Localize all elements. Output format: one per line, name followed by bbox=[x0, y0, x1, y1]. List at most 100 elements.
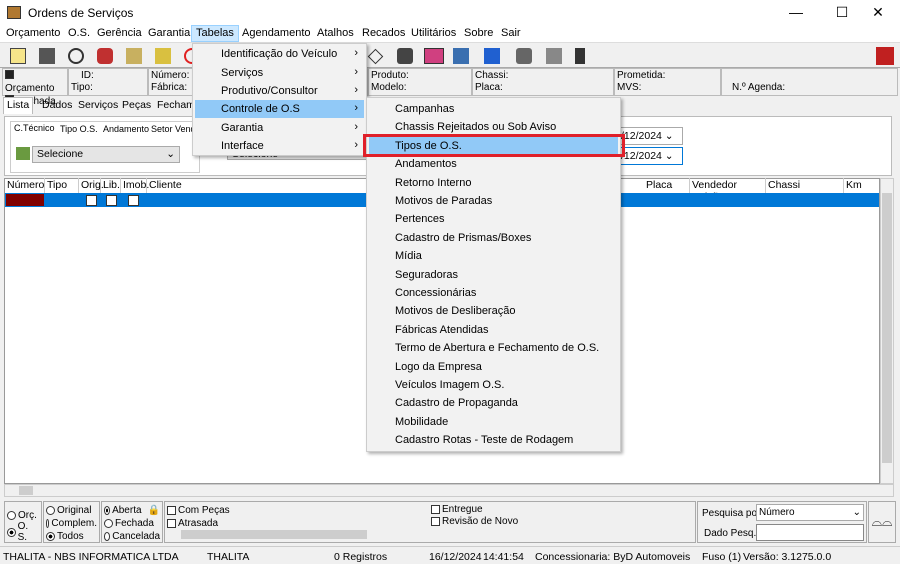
col-numero[interactable]: Número bbox=[5, 178, 45, 193]
tecnico-select[interactable]: Selecione ⌄ bbox=[32, 146, 180, 163]
submenu-item[interactable]: Mobilidade bbox=[369, 413, 618, 431]
menu-item-identificacao-veiculo[interactable]: Identificação do Veículo › bbox=[195, 45, 364, 63]
calculator-icon[interactable] bbox=[39, 48, 55, 64]
radio-complem[interactable]: Complem. bbox=[46, 517, 97, 529]
check-com-pecas[interactable]: Com Peças bbox=[167, 504, 693, 516]
submenu-item[interactable]: Logo da Empresa bbox=[369, 358, 618, 376]
submenu-item[interactable]: Concessionárias bbox=[369, 284, 618, 302]
radio-cancelada[interactable]: Cancelada bbox=[104, 530, 160, 542]
radio-orc[interactable]: Orç. bbox=[7, 509, 39, 521]
submenu-item[interactable]: Motivos de Desliberação bbox=[369, 302, 618, 320]
submenu-item[interactable]: Seguradoras bbox=[369, 266, 618, 284]
menu-item-controle-os[interactable]: Controle de O.S › bbox=[195, 100, 364, 118]
imob-checkbox[interactable] bbox=[128, 195, 139, 206]
radio-original[interactable]: Original bbox=[46, 504, 97, 516]
col-km[interactable]: Km bbox=[844, 178, 880, 193]
check-revisao[interactable]: Revisão de Novo bbox=[431, 515, 518, 527]
menu-orcamento[interactable]: Orçamento bbox=[6, 27, 60, 39]
menu-os[interactable]: O.S. bbox=[68, 27, 90, 39]
submenu-item[interactable]: Cadastro de Prismas/Boxes bbox=[369, 229, 618, 247]
pesquisa-por-select[interactable]: Número ⌄ bbox=[756, 504, 864, 521]
scroll-thumb[interactable] bbox=[882, 193, 892, 463]
menu-agendamento[interactable]: Agendamento bbox=[242, 27, 311, 39]
menu-item-garantia[interactable]: Garantia › bbox=[195, 119, 364, 137]
menu-item-produtivo-consultor[interactable]: Produtivo/Consultor › bbox=[195, 82, 364, 100]
col-tipo[interactable]: Tipo bbox=[45, 178, 79, 193]
radio-aberta[interactable]: Aberta 🔒 bbox=[104, 504, 160, 516]
col-vendedor-balcao[interactable]: Vendedor Balcão bbox=[690, 178, 766, 203]
dado-pesq-input[interactable] bbox=[756, 524, 864, 541]
menu-sair[interactable]: Sair bbox=[501, 27, 521, 39]
tab-pecas[interactable]: Peças bbox=[122, 99, 151, 111]
disk-icon[interactable] bbox=[516, 48, 532, 64]
printer-icon[interactable] bbox=[397, 48, 413, 64]
screen-export-icon[interactable] bbox=[453, 48, 469, 64]
check-entregue[interactable]: Entregue bbox=[431, 503, 483, 515]
submenu-item[interactable]: Veículos Imagem O.S. bbox=[369, 376, 618, 394]
orig-checkbox[interactable] bbox=[86, 195, 97, 206]
transfer-icon[interactable] bbox=[546, 48, 562, 64]
subtab-andamento[interactable]: Andamento bbox=[103, 124, 149, 134]
submenu-item[interactable]: Campanhas bbox=[369, 100, 618, 118]
col-imob[interactable]: Imob. bbox=[121, 178, 149, 193]
status-orcamento: Orçamento bbox=[5, 83, 55, 94]
close-button[interactable]: ✕ bbox=[855, 0, 900, 25]
tab-lista[interactable]: Lista bbox=[7, 99, 29, 111]
date-from-picker[interactable]: /12/2024 ⌄ bbox=[617, 127, 683, 145]
col-lib[interactable]: Lib. bbox=[101, 178, 121, 193]
menu-tabelas[interactable]: Tabelas bbox=[191, 25, 239, 42]
menu-item-interface[interactable]: Interface › bbox=[195, 137, 364, 155]
radio-todos[interactable]: Todos bbox=[46, 530, 97, 542]
submenu-item[interactable]: Pertences bbox=[369, 210, 618, 228]
col-chassi[interactable]: Chassi bbox=[766, 178, 844, 193]
network-icon[interactable] bbox=[484, 48, 500, 64]
clock-icon[interactable] bbox=[68, 48, 84, 64]
submenu-item[interactable]: Cadastro Rotas - Teste de Rodagem bbox=[369, 431, 618, 449]
subtab-ctecnico[interactable]: C.Técnico bbox=[14, 123, 55, 133]
submenu-item[interactable]: Termo de Abertura e Fechamento de O.S. bbox=[369, 339, 618, 357]
exit-icon[interactable] bbox=[876, 47, 894, 65]
menu-atalhos[interactable]: Atalhos bbox=[317, 27, 354, 39]
radio-os[interactable]: O. S. bbox=[7, 521, 39, 543]
submenu-item[interactable]: Andamentos bbox=[369, 155, 618, 173]
tab-dados[interactable]: Dados bbox=[42, 99, 72, 111]
scroll-thumb[interactable] bbox=[181, 530, 367, 539]
new-icon[interactable] bbox=[10, 48, 26, 64]
date-to-picker[interactable]: /12/2024 ⌄ bbox=[617, 147, 683, 165]
report-icon[interactable] bbox=[424, 48, 444, 64]
col-placa[interactable]: Placa bbox=[644, 178, 690, 193]
check-entregue-label: Entregue bbox=[442, 503, 483, 515]
car-icon[interactable] bbox=[97, 48, 113, 64]
horizontal-scrollbar[interactable] bbox=[4, 484, 894, 497]
menu-sobre[interactable]: Sobre bbox=[464, 27, 493, 39]
document-icon[interactable] bbox=[126, 48, 142, 64]
submenu-item[interactable]: Cadastro de Propaganda bbox=[369, 394, 618, 412]
date-from-value: /12/2024 bbox=[621, 130, 662, 142]
menu-recados[interactable]: Recados bbox=[362, 27, 405, 39]
submenu-item[interactable]: Mídia bbox=[369, 247, 618, 265]
menu-gerencia[interactable]: Gerência bbox=[97, 27, 142, 39]
tab-fechamento[interactable]: Fecham bbox=[157, 99, 195, 111]
scroll-thumb[interactable] bbox=[19, 486, 33, 495]
submenu-item[interactable]: Retorno Interno bbox=[369, 174, 618, 192]
radio-fechada[interactable]: Fechada bbox=[104, 517, 160, 529]
eraser-icon[interactable] bbox=[367, 48, 384, 65]
tab-servicos[interactable]: Serviços bbox=[78, 99, 118, 111]
submenu-item[interactable]: Motivos de Paradas bbox=[369, 192, 618, 210]
vertical-scrollbar[interactable] bbox=[880, 178, 894, 484]
menu-item-servicos[interactable]: Serviços › bbox=[195, 64, 364, 82]
submenu-item-label: Termo de Abertura e Fechamento de O.S. bbox=[395, 342, 600, 355]
subtab-tipo-os[interactable]: Tipo O.S. bbox=[60, 124, 98, 134]
search-button[interactable]: ⌓⌓ bbox=[868, 501, 896, 543]
menu-utilitarios[interactable]: Utilitários bbox=[411, 27, 456, 39]
options-scrollbar[interactable] bbox=[167, 528, 693, 541]
col-cliente[interactable]: Cliente bbox=[147, 178, 367, 193]
lib-checkbox[interactable] bbox=[106, 195, 117, 206]
radio-original-label: Original bbox=[57, 504, 92, 516]
minimize-button[interactable]: — bbox=[773, 0, 819, 25]
thumbs-up-icon[interactable] bbox=[155, 48, 171, 64]
menu-garantia[interactable]: Garantia bbox=[148, 27, 190, 39]
submenu-item[interactable]: Fábricas Atendidas bbox=[369, 321, 618, 339]
col-orig[interactable]: Orig. bbox=[79, 178, 104, 193]
swap-icon[interactable] bbox=[575, 48, 585, 64]
